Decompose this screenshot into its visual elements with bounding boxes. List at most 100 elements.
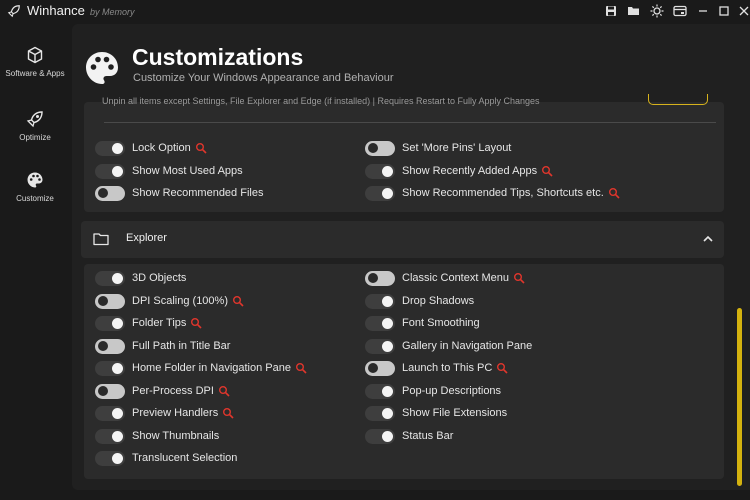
toggle-switch[interactable] (95, 140, 125, 156)
toggle-option[interactable]: Show File Extensions (365, 404, 507, 422)
close-button[interactable] (736, 3, 750, 19)
toggle-switch[interactable] (365, 270, 395, 286)
option-label: Lock Option (132, 142, 191, 154)
toggle-switch[interactable] (95, 338, 125, 354)
sidebar-item-software-apps[interactable]: Software & Apps (0, 46, 70, 78)
option-label: DPI Scaling (100%) (132, 295, 228, 307)
sun-icon (650, 4, 664, 18)
toggle-option[interactable]: Font Smoothing (365, 314, 480, 332)
toggle-switch[interactable] (95, 270, 125, 286)
toggle-switch[interactable] (365, 405, 395, 421)
option-label: Translucent Selection (132, 452, 238, 464)
toggle-option[interactable]: Drop Shadows (365, 292, 474, 310)
option-label: Per-Process DPI (132, 385, 214, 397)
option-label: Show Recommended Tips, Shortcuts etc. (402, 187, 604, 199)
restart-required-icon (497, 363, 508, 374)
option-label: Status Bar (402, 430, 454, 442)
toggle-option[interactable]: Lock Option (95, 139, 207, 157)
toggle-option[interactable]: Translucent Selection (95, 449, 237, 467)
toggle-switch[interactable] (95, 450, 125, 466)
theme-toggle-button[interactable] (649, 3, 665, 19)
restart-required-icon (295, 363, 307, 374)
toggle-switch[interactable] (95, 185, 125, 201)
restart-required-icon (608, 188, 620, 199)
toggle-switch[interactable] (95, 360, 125, 376)
section-title: Explorer (126, 232, 167, 244)
toggle-option[interactable]: Show Recommended Files (95, 184, 263, 202)
toggle-option[interactable]: Classic Context Menu (365, 269, 525, 287)
toggle-switch[interactable] (95, 428, 125, 444)
toggle-option[interactable]: Preview Handlers (95, 404, 234, 422)
toggle-option[interactable]: Show Thumbnails (95, 427, 219, 445)
sidebar-item-label: Optimize (19, 133, 51, 142)
apply-button[interactable] (648, 94, 708, 105)
toggle-switch[interactable] (365, 163, 395, 179)
toggle-switch[interactable] (365, 185, 395, 201)
option-label: Drop Shadows (402, 295, 475, 307)
toggle-option[interactable]: Per-Process DPI (95, 382, 230, 400)
toggle-switch[interactable] (365, 383, 395, 399)
sidebar-item-label: Software & Apps (5, 69, 65, 78)
toggle-switch[interactable] (365, 428, 395, 444)
info-card-button[interactable] (672, 3, 688, 19)
toggle-switch[interactable] (365, 315, 395, 331)
maximize-icon (719, 6, 729, 16)
toggle-option[interactable]: Gallery in Navigation Pane (365, 337, 532, 355)
folder-open-icon (628, 7, 639, 15)
scrollbar-thumb[interactable] (737, 308, 742, 486)
toggle-option[interactable]: DPI Scaling (100%) (95, 292, 244, 310)
toggle-switch[interactable] (95, 293, 125, 309)
toggle-switch[interactable] (95, 405, 125, 421)
toggle-option[interactable]: Home Folder in Navigation Pane (95, 359, 307, 377)
option-label: Launch to This PC (402, 362, 493, 374)
sidebar-item-optimize[interactable]: Optimize (0, 110, 70, 142)
toggle-option[interactable]: 3D Objects (95, 269, 186, 287)
sidebar-item-label: Customize (16, 194, 54, 203)
toggle-switch[interactable] (365, 140, 395, 156)
package-icon (27, 46, 43, 64)
start-menu-settings-card: Unpin all items except Settings, File Ex… (84, 94, 724, 212)
save-icon (606, 6, 616, 16)
toggle-option[interactable]: Pop-up Descriptions (365, 382, 501, 400)
toggle-switch[interactable] (365, 293, 395, 309)
toggle-option[interactable]: Show Most Used Apps (95, 162, 243, 180)
toggle-option[interactable]: Folder Tips (95, 314, 202, 332)
restart-required-icon (223, 408, 234, 419)
maximize-button[interactable] (716, 3, 732, 19)
toggle-switch[interactable] (365, 360, 395, 376)
main-content: Customizations Customize Your Windows Ap… (72, 24, 750, 490)
toggle-option[interactable]: Launch to This PC (365, 359, 508, 377)
toggle-option[interactable]: Show Recently Added Apps (365, 162, 553, 180)
option-label: Home Folder in Navigation Pane (132, 362, 291, 374)
palette-icon (86, 52, 118, 84)
option-label: Font Smoothing (402, 317, 480, 329)
toggle-option[interactable]: Show Recommended Tips, Shortcuts etc. (365, 184, 620, 202)
toggle-switch[interactable] (95, 383, 125, 399)
app-title: Winhance (27, 3, 85, 18)
open-folder-button[interactable] (626, 3, 642, 19)
option-label: Preview Handlers (132, 407, 219, 419)
save-button[interactable] (603, 3, 619, 19)
toggle-option[interactable]: Set 'More Pins' Layout (365, 139, 511, 157)
minimize-icon (699, 10, 707, 12)
restart-required-icon (218, 386, 230, 397)
title-bar: Winhance by Memory (0, 0, 750, 24)
toggle-switch[interactable] (365, 338, 395, 354)
toggle-switch[interactable] (95, 315, 125, 331)
toggle-switch[interactable] (95, 163, 125, 179)
sidebar-item-customize[interactable]: Customize (0, 171, 70, 203)
toggle-option[interactable]: Full Path in Title Bar (95, 337, 230, 355)
restart-required-icon (542, 166, 553, 177)
rocket-icon (26, 111, 43, 128)
rocket-logo-icon (7, 5, 20, 18)
option-label: Show Recently Added Apps (402, 165, 538, 177)
explorer-expander[interactable]: Explorer (81, 221, 724, 258)
option-label: Show File Extensions (402, 407, 508, 419)
toggle-option[interactable]: Status Bar (365, 427, 453, 445)
option-label: Classic Context Menu (402, 272, 509, 284)
chevron-up-icon[interactable] (702, 233, 714, 245)
option-label: Show Thumbnails (132, 430, 220, 442)
minimize-button[interactable] (695, 3, 711, 19)
explorer-options-card: 3D Objects DPI Scaling (100%) Folder Tip… (84, 264, 724, 479)
option-label: Full Path in Title Bar (132, 340, 231, 352)
